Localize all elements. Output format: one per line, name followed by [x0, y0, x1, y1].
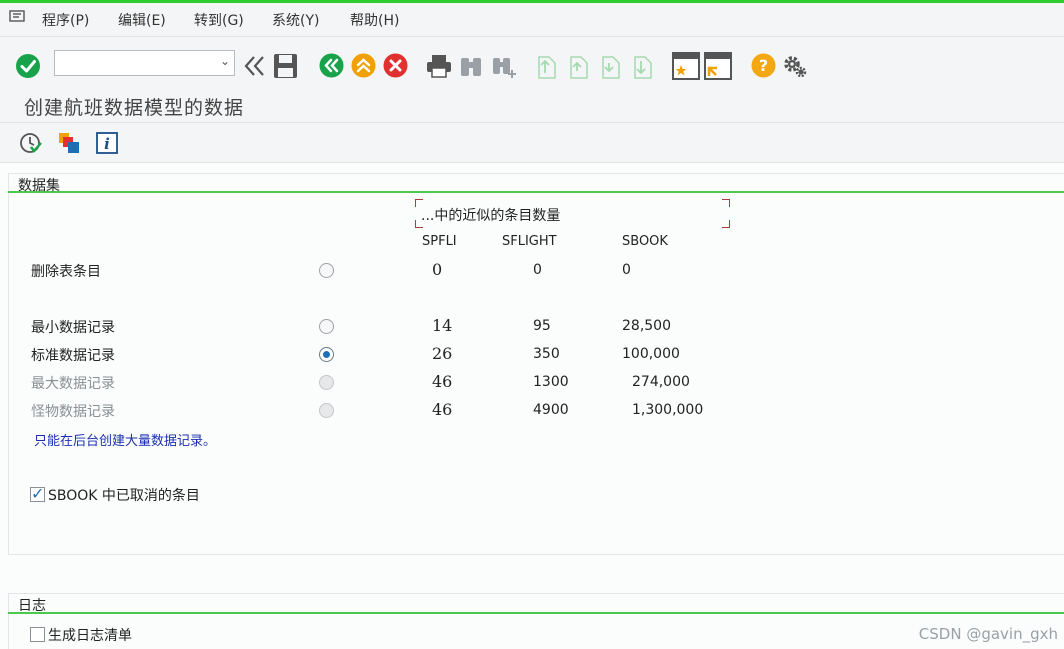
row-label-minimum: 最小数据记录	[31, 320, 115, 336]
bracket-bottom-right	[722, 220, 730, 228]
variants-icon[interactable]	[58, 132, 81, 155]
cancelled-entries-checkbox[interactable]: ✓	[30, 484, 45, 503]
command-input[interactable]	[55, 51, 205, 75]
menu-bar: 程序(P) 编辑(E) 转到(G) 系统(Y) 帮助(H)	[0, 3, 1064, 37]
radio-maximum[interactable]	[319, 375, 334, 390]
svg-text:i: i	[104, 135, 110, 153]
execute-icon[interactable]	[19, 132, 42, 155]
value-spfli-monster: 46	[432, 400, 453, 419]
value-spfli-standard: 26	[432, 344, 453, 363]
back-icon[interactable]	[319, 53, 344, 78]
menu-item-system[interactable]: 系统(Y)	[272, 10, 319, 30]
log-group-title: 日志	[18, 598, 46, 614]
value-spfli-maximum: 46	[432, 372, 453, 391]
value-sbook-monster: 1,300,000	[632, 402, 704, 418]
log-group	[8, 593, 1064, 649]
value-sbook-standard: 100,000	[622, 346, 680, 362]
radio-monster[interactable]	[319, 403, 334, 418]
radio-standard[interactable]	[319, 347, 334, 362]
value-sbook-maximum: 274,000	[632, 374, 690, 390]
exit-icon[interactable]	[351, 53, 376, 78]
radio-delete[interactable]	[319, 263, 334, 278]
value-spfli-minimum: 14	[432, 316, 453, 335]
cancel-icon[interactable]	[383, 53, 408, 78]
value-sflight-maximum: 1300	[533, 374, 569, 390]
enter-icon[interactable]	[15, 53, 41, 79]
row-label-monster: 怪物数据记录	[31, 404, 115, 420]
back-double-icon[interactable]	[243, 54, 267, 78]
next-page-icon[interactable]	[598, 53, 622, 79]
menu-icon[interactable]	[9, 9, 27, 25]
row-label-delete: 删除表条目	[31, 264, 101, 280]
settings-icon[interactable]	[782, 53, 808, 79]
find-next-icon[interactable]	[491, 54, 517, 78]
prev-page-icon[interactable]	[566, 53, 590, 79]
column-header-spfli: SPFLI	[422, 234, 457, 249]
menu-item-program[interactable]: 程序(P)	[42, 10, 89, 30]
value-sflight-minimum: 95	[533, 318, 551, 334]
command-field[interactable]: ⌄	[54, 50, 235, 76]
menu-item-goto[interactable]: 转到(G)	[194, 10, 244, 30]
menu-item-help[interactable]: 帮助(H)	[350, 10, 399, 30]
save-icon[interactable]	[273, 53, 298, 79]
chevron-down-icon[interactable]: ⌄	[220, 54, 230, 68]
checkmark-icon: ✓	[31, 484, 45, 503]
shortcut-icon[interactable]	[704, 52, 732, 80]
value-sflight-delete: 0	[533, 262, 542, 278]
column-group-header: ...中的近似的条目数量	[421, 208, 561, 224]
bracket-top-right	[722, 199, 730, 207]
value-sflight-monster: 4900	[533, 402, 569, 418]
page-title: 创建航班数据模型的数据	[24, 97, 245, 119]
log-group-underline	[8, 612, 1064, 614]
row-label-standard: 标准数据记录	[31, 348, 115, 364]
row-label-maximum: 最大数据记录	[31, 376, 115, 392]
background-note: 只能在后台创建大量数据记录。	[34, 434, 217, 449]
standard-toolbar: ⌄ ?	[0, 38, 1064, 90]
radio-minimum[interactable]	[319, 319, 334, 334]
value-sbook-delete: 0	[622, 262, 631, 278]
value-sbook-minimum: 28,500	[622, 318, 671, 334]
dataset-group-underline	[8, 191, 1064, 193]
print-icon[interactable]	[426, 54, 452, 78]
watermark: CSDN @gavin_gxh	[918, 625, 1058, 643]
menu-item-edit[interactable]: 编辑(E)	[118, 10, 166, 30]
column-header-sbook: SBOOK	[622, 234, 668, 249]
last-page-icon[interactable]	[630, 53, 654, 79]
svg-text:?: ?	[759, 56, 768, 75]
value-sflight-standard: 350	[533, 346, 560, 362]
help-icon[interactable]: ?	[751, 53, 776, 78]
log-list-checkbox[interactable]	[30, 627, 45, 642]
column-header-sflight: SFLIGHT	[502, 234, 557, 249]
application-toolbar: i	[0, 123, 1064, 163]
info-icon[interactable]: i	[96, 132, 118, 154]
find-icon[interactable]	[459, 54, 483, 78]
content-area: 数据集 ...中的近似的条目数量 SPFLI SFLIGHT SBOOK 删除表…	[0, 163, 1064, 649]
log-list-label: 生成日志清单	[48, 628, 132, 644]
cancelled-entries-label: SBOOK 中已取消的条目	[48, 488, 200, 504]
value-spfli-delete: 0	[432, 260, 443, 279]
dataset-group-title: 数据集	[18, 178, 60, 194]
new-session-icon[interactable]	[672, 52, 700, 80]
first-page-icon[interactable]	[534, 53, 558, 79]
